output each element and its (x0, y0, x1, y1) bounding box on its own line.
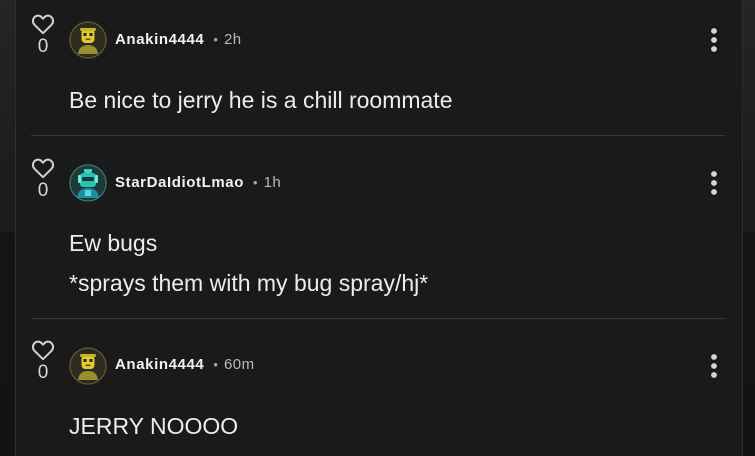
comment-menu-button[interactable] (706, 27, 722, 53)
user-avatar[interactable] (69, 347, 107, 385)
username[interactable]: StarDaIdiotLmao (115, 174, 244, 191)
comments-panel: 0 Anakin4444 • 2h Be nice to jerry he is… (15, 0, 743, 456)
comment-line: *sprays them with my bug spray/hj* (69, 270, 429, 296)
yellow-character-avatar-icon (69, 347, 107, 385)
more-vertical-icon[interactable] (706, 353, 722, 379)
like-count: 0 (37, 362, 49, 383)
more-vertical-icon[interactable] (706, 27, 722, 53)
comment-line: Be nice to jerry he is a chill roommate (69, 87, 453, 113)
username[interactable]: Anakin4444 (115, 31, 204, 48)
comment-divider (31, 318, 725, 319)
comment-text: Ew bugs *sprays them with my bug spray/h… (69, 223, 428, 303)
like-control[interactable]: 0 (29, 13, 57, 57)
like-control[interactable]: 0 (29, 157, 57, 201)
like-count: 0 (37, 36, 49, 57)
comment-text: JERRY NOOOO (69, 406, 238, 446)
comments-page: 0 Anakin4444 • 2h Be nice to jerry he is… (0, 0, 755, 456)
comment-line: Ew bugs (69, 230, 158, 256)
timestamp: 1h (263, 174, 282, 191)
meta-separator: • (253, 175, 258, 190)
yellow-character-avatar-icon (69, 21, 107, 59)
like-control[interactable]: 0 (29, 339, 57, 383)
comment-meta: Anakin4444 • 60m (115, 355, 255, 375)
timestamp: 60m (223, 356, 255, 373)
heart-icon[interactable] (31, 157, 55, 179)
comment-meta: StarDaIdiotLmao • 1h (115, 173, 281, 193)
user-avatar[interactable] (69, 21, 107, 59)
comment-line: JERRY NOOOO (69, 413, 239, 439)
heart-icon[interactable] (31, 339, 55, 361)
teal-character-avatar-icon (69, 164, 107, 202)
timestamp: 2h (223, 31, 242, 48)
meta-separator: • (213, 32, 218, 47)
user-avatar[interactable] (69, 164, 107, 202)
comment-text: Be nice to jerry he is a chill roommate (69, 80, 453, 120)
like-count: 0 (37, 180, 49, 201)
heart-icon[interactable] (31, 13, 55, 35)
comment-menu-button[interactable] (706, 170, 722, 196)
more-vertical-icon[interactable] (706, 170, 722, 196)
meta-separator: • (213, 357, 218, 372)
comment-meta: Anakin4444 • 2h (115, 30, 242, 50)
comment-menu-button[interactable] (706, 353, 722, 379)
comment-divider (31, 135, 725, 136)
username[interactable]: Anakin4444 (115, 356, 204, 373)
